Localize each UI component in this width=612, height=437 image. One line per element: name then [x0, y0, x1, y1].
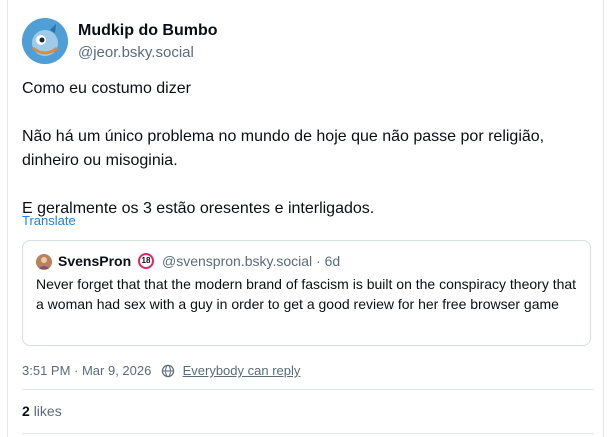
post-timestamp[interactable]: 3:51 PM · Mar 9, 2026 [22, 363, 151, 378]
author-handle[interactable]: @jeor.bsky.social [78, 44, 194, 61]
post-paragraph: Não há um único problema no mundo de hoj… [22, 128, 545, 169]
quote-author-avatar[interactable] [36, 254, 52, 270]
quote-text: Never forget that that the modern brand … [36, 276, 577, 312]
likes-number: 2 [22, 403, 30, 419]
post-paragraph: E geralmente os 3 estão oresentes e inte… [22, 200, 375, 217]
quote-author-name[interactable]: SvensPron [58, 253, 131, 269]
author-avatar[interactable] [22, 18, 68, 64]
post-meta: 3:51 PM · Mar 9, 2026 Everybody can repl… [22, 363, 300, 381]
post-body: Como eu costumo dizer Não há um único pr… [22, 77, 582, 221]
author-display-name[interactable]: Mudkip do Bumbo [78, 22, 218, 40]
translate-link[interactable]: Translate [22, 213, 76, 228]
reply-settings-link[interactable]: Everybody can reply [183, 363, 301, 378]
divider [22, 389, 594, 390]
age-restriction-badge: 18 [138, 253, 154, 269]
post-paragraph: Como eu costumo dizer [22, 80, 191, 97]
quote-author-handle-time: @svenspron.bsky.social · 6d [162, 253, 341, 269]
globe-icon [161, 364, 175, 381]
quoted-post[interactable]: SvensPron 18 @svenspron.bsky.social · 6d… [22, 240, 591, 346]
divider [22, 433, 594, 434]
likes-label: likes [33, 403, 62, 419]
likes-count[interactable]: 2 likes [22, 403, 62, 419]
